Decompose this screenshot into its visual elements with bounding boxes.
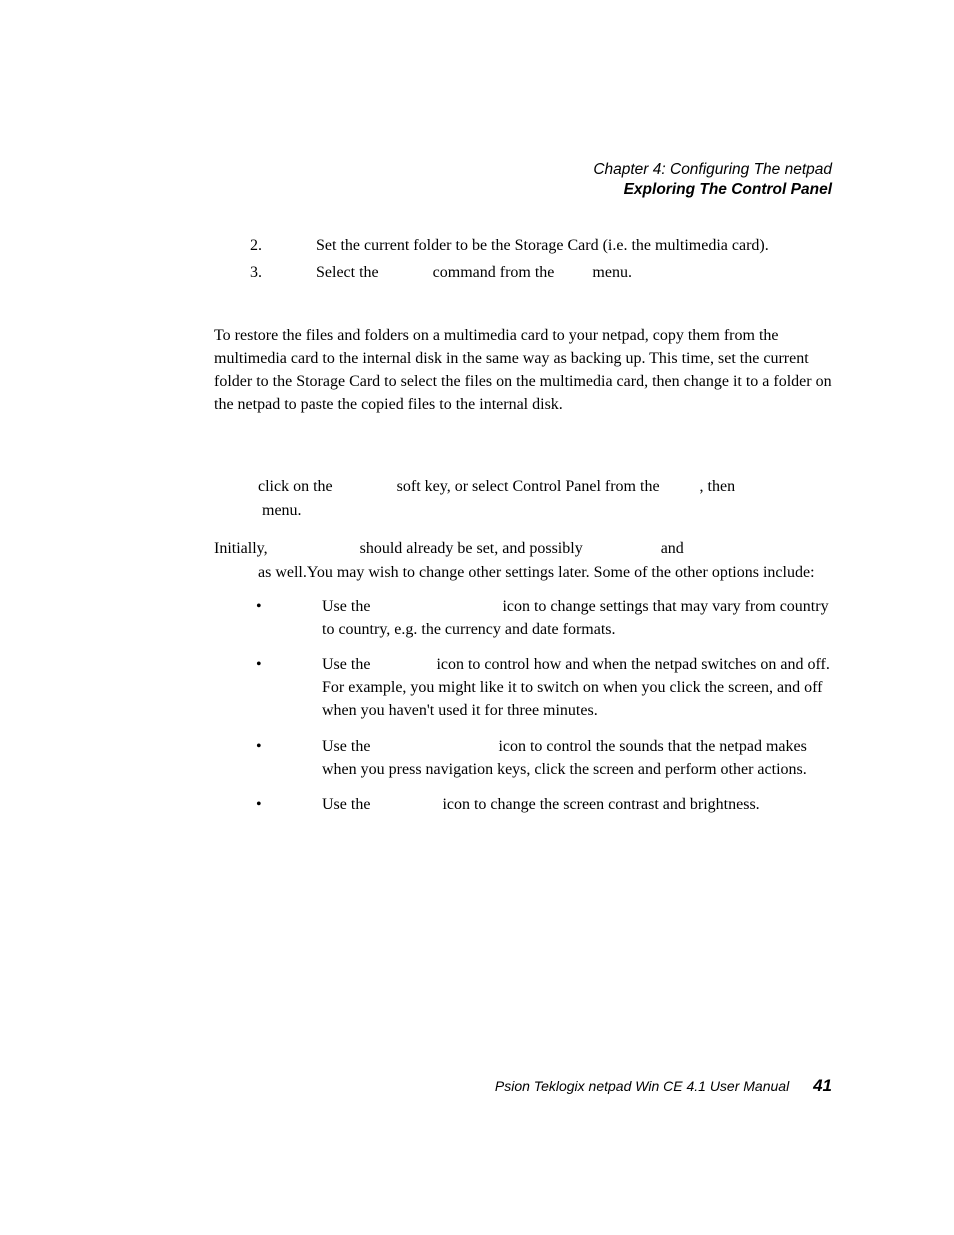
control-panel-instruction: click on the soft key, or select Control…: [258, 475, 832, 523]
numbered-steps: 2. Set the current folder to be the Stor…: [214, 234, 832, 286]
bullet-icon: •: [214, 735, 322, 781]
step-text: Set the current folder to be the Storage…: [316, 234, 832, 259]
bullet-screen: • Use the icon to change the screen cont…: [214, 793, 832, 816]
restore-paragraph: To restore the files and folders on a mu…: [214, 324, 832, 417]
chapter-label: Chapter 4: Configuring The netpad: [214, 160, 832, 180]
initial-settings-paragraph: Initially, should already be set, and po…: [214, 537, 832, 585]
step-number: 3.: [214, 261, 316, 286]
bullet-icon: •: [214, 793, 322, 816]
bullet-sounds: • Use the icon to control the sounds tha…: [214, 735, 832, 781]
bullet-power: • Use the icon to control how and when t…: [214, 653, 832, 723]
manual-title: Psion Teklogix netpad Win CE 4.1 User Ma…: [495, 1078, 789, 1094]
bullet-icon: •: [214, 595, 322, 641]
step-text: Select the command from the menu.: [316, 261, 832, 286]
running-header: Chapter 4: Configuring The netpad Explor…: [214, 160, 832, 200]
bullet-icon: •: [214, 653, 322, 723]
step-3: 3. Select the command from the menu.: [214, 261, 832, 286]
options-list: • Use the icon to change settings that m…: [214, 595, 832, 817]
page-body: Chapter 4: Configuring The netpad Explor…: [214, 160, 832, 828]
page-number: 41: [813, 1076, 832, 1095]
section-label: Exploring The Control Panel: [214, 180, 832, 200]
page-footer: Psion Teklogix netpad Win CE 4.1 User Ma…: [214, 1076, 832, 1096]
step-2: 2. Set the current folder to be the Stor…: [214, 234, 832, 259]
bullet-regional: • Use the icon to change settings that m…: [214, 595, 832, 641]
step-number: 2.: [214, 234, 316, 259]
